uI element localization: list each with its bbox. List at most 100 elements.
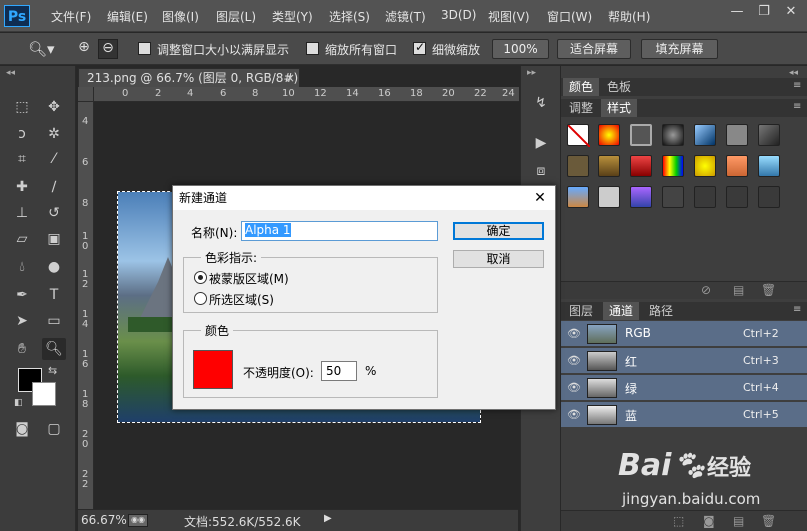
move-tool-icon[interactable]: ✥ [42, 96, 66, 118]
status-menu-arrow-icon[interactable]: ▶ [324, 513, 332, 524]
minimize-button[interactable]: — [724, 2, 750, 22]
zoom-in-icon[interactable]: ⊕ [74, 39, 94, 59]
style-swatch[interactable] [758, 124, 780, 146]
style-swatch[interactable] [758, 186, 780, 208]
eraser-tool-icon[interactable]: ▱ [10, 228, 34, 250]
channel-row-green[interactable]: 👁︎ 绿 Ctrl+4 [561, 375, 807, 401]
style-swatch[interactable] [758, 155, 780, 177]
background-color-swatch[interactable] [32, 382, 56, 406]
zoom-level[interactable]: 66.67% [81, 513, 127, 527]
panel-menu-icon[interactable]: ≡ [793, 304, 801, 315]
channel-name-input[interactable]: Alpha 1 [241, 221, 438, 241]
tab-layers[interactable]: 图层 [563, 302, 599, 320]
restore-button[interactable]: ❐ [751, 2, 777, 22]
panel-menu-icon[interactable]: ≡ [793, 80, 801, 91]
style-swatch[interactable] [630, 124, 652, 146]
3d-panel-icon[interactable]: ⧈ [529, 160, 553, 182]
marquee-tool-icon[interactable]: ⬚ [10, 96, 34, 118]
resize-windows-checkbox[interactable] [138, 42, 151, 55]
clone-stamp-tool-icon[interactable]: ⊥ [10, 202, 34, 224]
mask-color-swatch[interactable] [193, 350, 233, 389]
zoom-out-icon[interactable]: ⊖ [98, 39, 118, 59]
panel-menu-icon[interactable]: ≡ [793, 101, 801, 112]
style-swatch[interactable] [694, 124, 716, 146]
document-close-icon[interactable]: × [285, 69, 295, 87]
delete-style-icon[interactable]: 🗑︎ [761, 283, 776, 297]
expand-arrows-icon[interactable]: ▸▸ [527, 68, 536, 78]
clear-style-icon[interactable]: ⊘ [701, 283, 711, 297]
menu-view[interactable]: 视图(V) [488, 8, 530, 25]
document-tab[interactable]: 213.png @ 66.7% (图层 0, RGB/8#) × [78, 68, 300, 88]
menu-image[interactable]: 图像(I) [162, 8, 199, 25]
screen-mode-icon[interactable]: ▢ [42, 418, 66, 440]
style-swatch[interactable] [662, 124, 684, 146]
eyedropper-tool-icon[interactable]: ⁄ [42, 148, 66, 170]
visibility-eye-icon[interactable]: 👁︎ [567, 327, 581, 340]
gradient-tool-icon[interactable]: ▣ [42, 228, 66, 250]
tab-channels[interactable]: 通道 [603, 302, 639, 320]
zoom-all-windows-checkbox[interactable] [306, 42, 319, 55]
masked-areas-radio[interactable] [194, 271, 207, 284]
ruler-origin[interactable] [78, 87, 94, 102]
menu-file[interactable]: 文件(F) [51, 8, 91, 25]
style-swatch[interactable] [567, 186, 589, 208]
channel-row-red[interactable]: 👁︎ 红 Ctrl+3 [561, 348, 807, 374]
default-colors-icon[interactable]: ◧ [14, 398, 23, 408]
style-swatch[interactable] [630, 155, 652, 177]
swap-colors-icon[interactable]: ⇆ [48, 364, 57, 377]
style-swatch[interactable] [726, 124, 748, 146]
visibility-eye-icon[interactable]: 👁︎ [567, 408, 581, 421]
tab-paths[interactable]: 路径 [643, 302, 679, 320]
lasso-tool-icon[interactable]: ↄ [10, 123, 34, 145]
style-swatch[interactable] [598, 155, 620, 177]
style-swatch[interactable] [567, 155, 589, 177]
style-swatch[interactable] [726, 186, 748, 208]
fit-screen-button[interactable]: 适合屏幕 [557, 39, 631, 59]
tab-swatches[interactable]: 色板 [601, 78, 637, 96]
style-swatch[interactable] [598, 186, 620, 208]
menu-help[interactable]: 帮助(H) [608, 8, 650, 25]
zoom-tool-active-icon[interactable]: 🔍︎ [42, 338, 66, 360]
style-swatch[interactable] [662, 155, 684, 177]
opacity-input[interactable]: 50 [321, 361, 357, 381]
visibility-eye-icon[interactable]: 👁︎ [567, 354, 581, 367]
dodge-tool-icon[interactable]: ● [42, 256, 66, 278]
actions-panel-icon[interactable]: ▶ [529, 132, 553, 154]
menu-type[interactable]: 类型(Y) [272, 8, 313, 25]
hand-tool-icon[interactable]: ✋︎ [10, 338, 34, 360]
collapse-arrows-icon[interactable]: ◂◂ [6, 68, 15, 78]
history-brush-tool-icon[interactable]: ↺ [42, 202, 66, 224]
crop-tool-icon[interactable]: ⌗ [10, 148, 34, 170]
collapse-panel-icon[interactable]: ◂◂ [789, 68, 798, 78]
scrubby-zoom-checkbox[interactable] [413, 40, 426, 55]
visibility-eye-icon[interactable]: 👁︎ [567, 381, 581, 394]
channel-row-rgb[interactable]: 👁︎ RGB Ctrl+2 [561, 321, 807, 347]
style-swatch[interactable] [630, 186, 652, 208]
tab-styles[interactable]: 样式 [601, 99, 637, 117]
menu-select[interactable]: 选择(S) [329, 8, 370, 25]
pen-tool-icon[interactable]: ✒ [10, 284, 34, 306]
style-swatch[interactable] [726, 155, 748, 177]
brush-tool-icon[interactable]: ∕ [42, 176, 66, 198]
cancel-button[interactable]: 取消 [453, 250, 544, 268]
blur-tool-icon[interactable]: 💧︎ [10, 256, 34, 278]
style-swatch[interactable] [694, 186, 716, 208]
menu-edit[interactable]: 编辑(E) [107, 8, 148, 25]
style-swatch-none[interactable] [567, 124, 591, 148]
magic-wand-tool-icon[interactable]: ✲ [42, 123, 66, 145]
history-panel-icon[interactable]: ↯ [529, 92, 553, 114]
path-selection-tool-icon[interactable]: ➤ [10, 310, 34, 332]
status-toggle-icon[interactable]: ◉◉ [128, 514, 148, 527]
menu-window[interactable]: 窗口(W) [547, 8, 592, 25]
fill-screen-button[interactable]: 填充屏幕 [641, 39, 718, 59]
menu-filter[interactable]: 滤镜(T) [385, 8, 426, 25]
menu-layer[interactable]: 图层(L) [216, 8, 256, 25]
zoom-tool-icon[interactable]: 🔍︎▾ [28, 40, 55, 58]
new-style-icon[interactable]: ▤ [733, 283, 744, 297]
selected-areas-radio[interactable] [194, 292, 207, 305]
tab-color[interactable]: 颜色 [563, 78, 599, 96]
type-tool-icon[interactable]: T [42, 284, 66, 306]
close-window-button[interactable]: ✕ [778, 2, 804, 22]
actual-pixels-button[interactable]: 100% [492, 39, 549, 59]
tab-adjustments[interactable]: 调整 [563, 99, 599, 117]
